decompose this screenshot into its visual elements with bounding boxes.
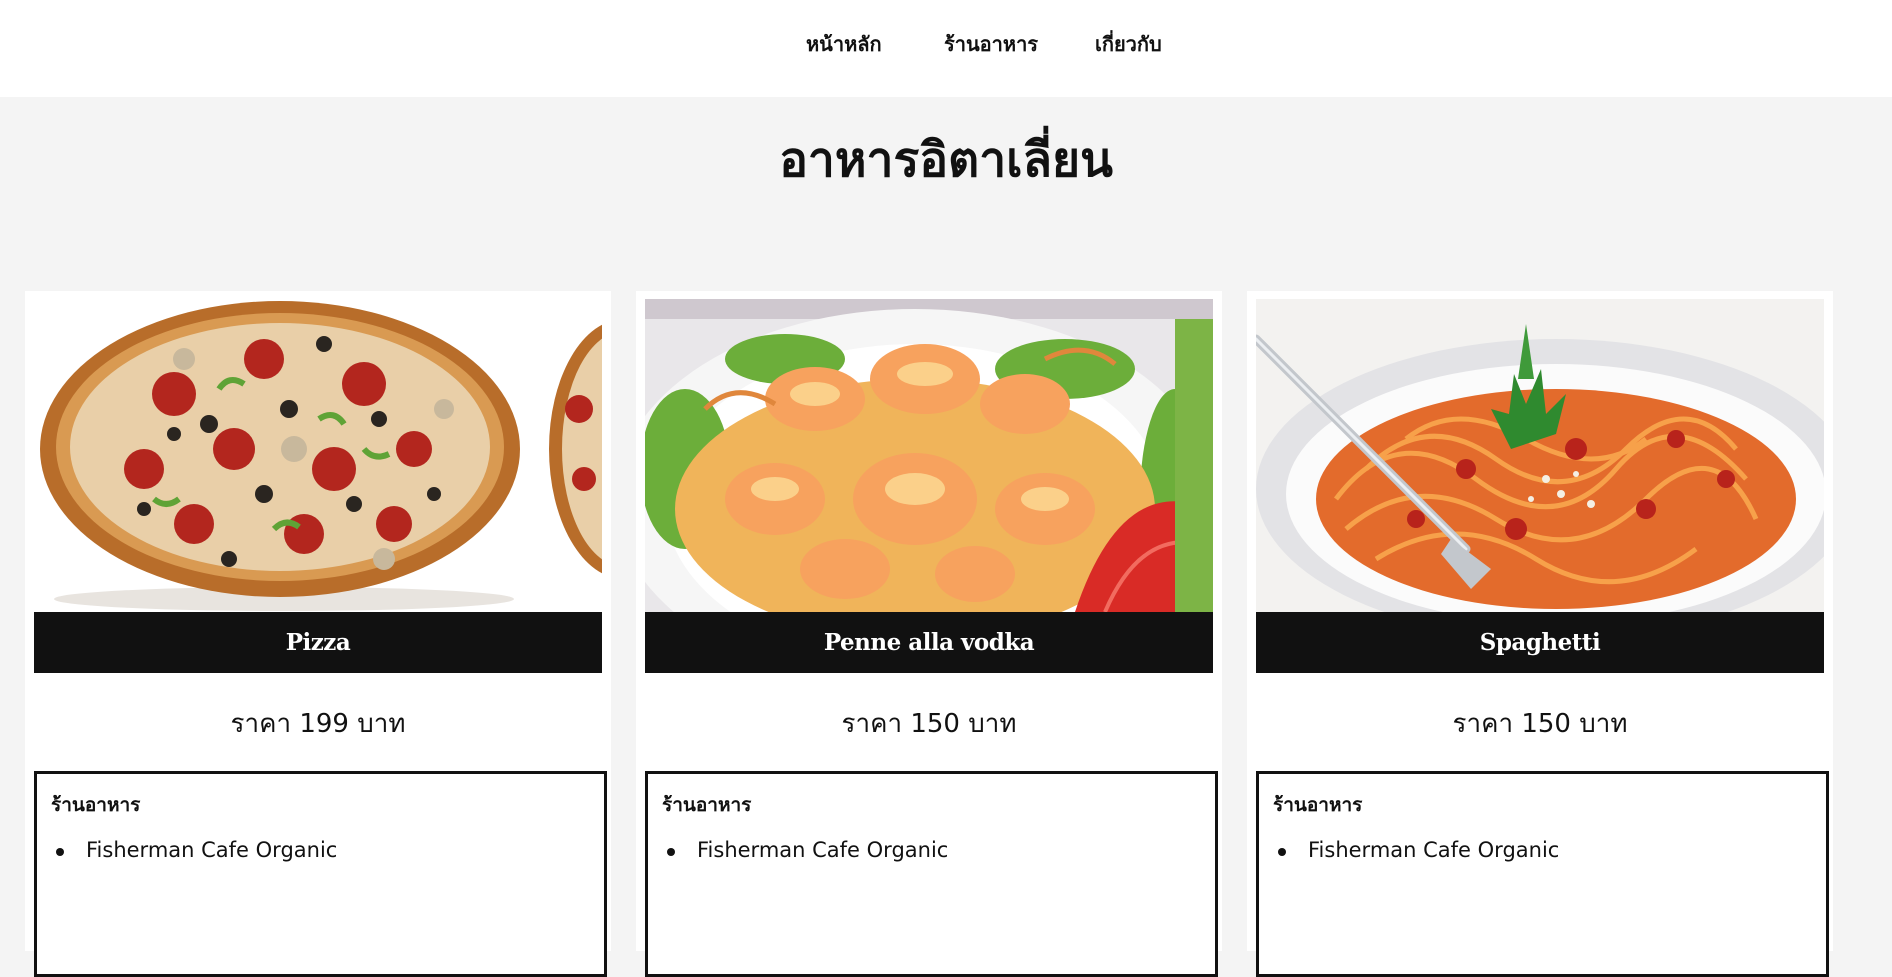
page-title: อาหารอิตาเลี่ยน xyxy=(779,132,1113,188)
food-price: ราคา 199 บาท xyxy=(230,709,406,739)
restaurant-heading: ร้านอาหาร xyxy=(51,794,141,816)
nav-home-link[interactable]: หน้าหลัก xyxy=(806,28,882,60)
restaurant-list: Fisherman Cafe Organic xyxy=(51,838,337,862)
food-card-penne[interactable]: Penne alla vodka ราคา 150 บาท ร้านอาหาร … xyxy=(636,291,1222,977)
restaurant-box: ร้านอาหาร Fisherman Cafe Organic xyxy=(645,771,1218,977)
food-card-pizza[interactable]: Pizza ราคา 199 บาท ร้านอาหาร Fisherman C… xyxy=(25,291,611,977)
spaghetti-image xyxy=(1256,299,1824,612)
penne-image xyxy=(645,299,1213,612)
pizza-image xyxy=(34,299,602,612)
food-price: ราคา 150 บาท xyxy=(1452,709,1628,739)
restaurant-box: ร้านอาหาร Fisherman Cafe Organic xyxy=(1256,771,1829,977)
food-card-spaghetti[interactable]: Spaghetti ราคา 150 บาท ร้านอาหาร Fisherm… xyxy=(1247,291,1833,977)
food-name: Penne alla vodka xyxy=(645,612,1213,673)
restaurant-heading: ร้านอาหาร xyxy=(1273,794,1363,816)
restaurant-list-item[interactable]: Fisherman Cafe Organic xyxy=(662,838,948,862)
restaurant-heading: ร้านอาหาร xyxy=(662,794,752,816)
restaurant-list-item[interactable]: Fisherman Cafe Organic xyxy=(51,838,337,862)
restaurant-list: Fisherman Cafe Organic xyxy=(662,838,948,862)
food-name: Pizza xyxy=(34,612,602,673)
food-price: ราคา 150 บาท xyxy=(841,709,1017,739)
food-name: Spaghetti xyxy=(1256,612,1824,673)
restaurant-box: ร้านอาหาร Fisherman Cafe Organic xyxy=(34,771,607,977)
top-navigation: หน้าหลัก ร้านอาหาร เกี่ยวกับ xyxy=(0,0,1892,97)
nav-about-link[interactable]: เกี่ยวกับ xyxy=(1095,28,1162,60)
nav-restaurants-link[interactable]: ร้านอาหาร xyxy=(944,28,1038,60)
restaurant-list: Fisherman Cafe Organic xyxy=(1273,838,1559,862)
restaurant-list-item[interactable]: Fisherman Cafe Organic xyxy=(1273,838,1559,862)
